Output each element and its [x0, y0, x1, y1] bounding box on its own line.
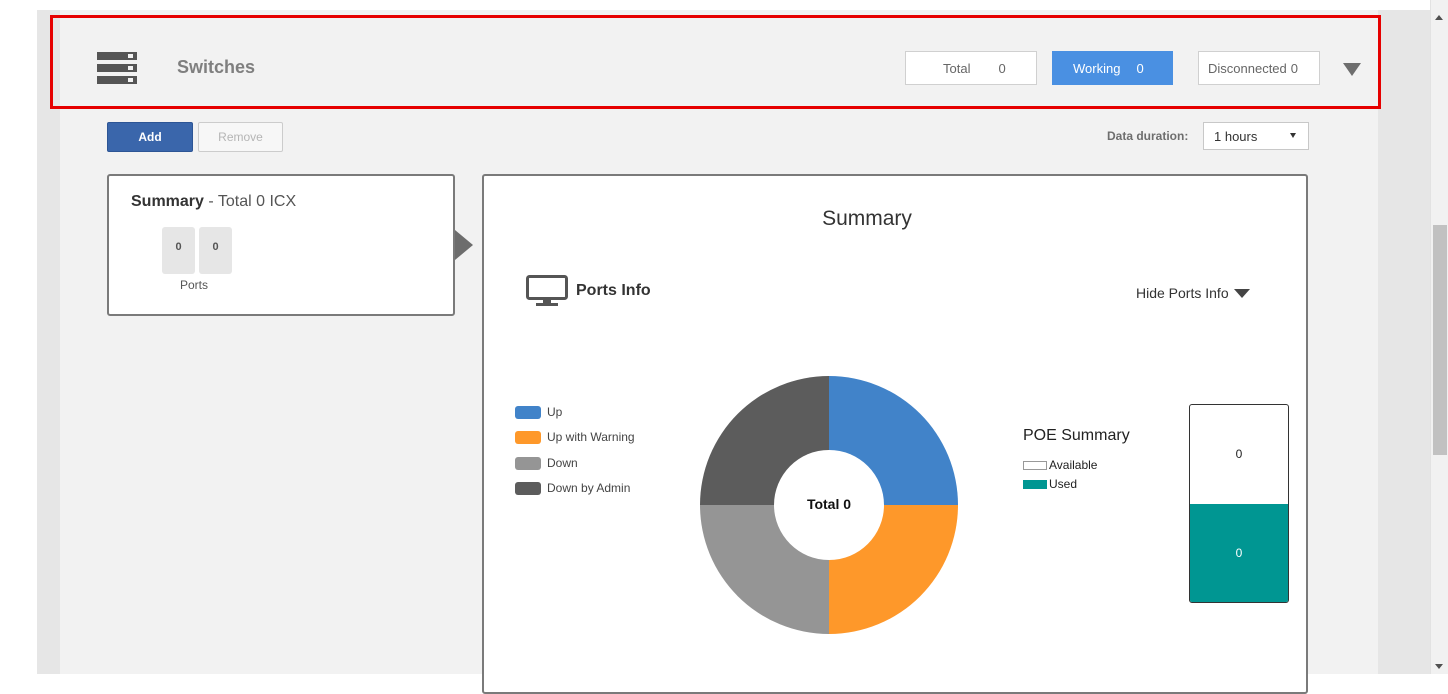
legend-swatch: [515, 405, 541, 419]
poe-used-label: Used: [1049, 477, 1078, 491]
highlight-box: [50, 15, 1381, 109]
legend-item: Down: [515, 456, 578, 470]
summary-card-title-rest: - Total 0 ICX: [203, 193, 297, 210]
port-count-box: 0: [199, 227, 232, 274]
vertical-scrollbar[interactable]: [1430, 0, 1448, 674]
hide-ports-info-toggle[interactable]: Hide Ports Info: [1136, 285, 1250, 301]
ports-label: Ports: [179, 278, 208, 292]
poe-legend-used: Used: [1023, 477, 1077, 491]
legend-swatch: [515, 456, 541, 470]
legend-item: Up with Warning: [515, 430, 635, 444]
data-duration-select[interactable]: 1 hours: [1203, 122, 1309, 150]
scroll-down-arrow-icon[interactable]: [1435, 664, 1443, 669]
scroll-up-arrow-icon[interactable]: [1435, 15, 1443, 20]
legend-label: Down: [547, 456, 578, 470]
legend-item: Down by Admin: [515, 481, 630, 495]
selected-pointer-icon: [455, 230, 473, 260]
summary-card-title-bold: Summary: [131, 193, 204, 210]
remove-button[interactable]: Remove: [198, 122, 283, 152]
poe-available-segment: 0: [1190, 405, 1288, 504]
port-count-box: 0: [162, 227, 195, 274]
legend-item: Up: [515, 405, 562, 419]
poe-used-value: 0: [1235, 545, 1243, 560]
poe-available-value: 0: [1235, 447, 1243, 462]
left-gutter: [0, 10, 37, 674]
poe-bar-chart: 0 0: [1189, 404, 1289, 603]
add-button[interactable]: Add: [107, 122, 193, 152]
legend-swatch: [515, 481, 541, 495]
summary-card-title: Summary - Total 0 ICX: [131, 193, 296, 211]
data-duration-value: 1 hours: [1214, 128, 1258, 144]
panel-title: Summary: [822, 207, 912, 230]
top-strip: [0, 0, 1430, 10]
poe-used-segment: 0: [1190, 503, 1288, 602]
legend-label: Up: [547, 405, 563, 419]
scrollbar-thumb[interactable]: [1433, 225, 1447, 455]
legend-label: Down by Admin: [547, 481, 631, 495]
hide-ports-info-label: Hide Ports Info: [1136, 285, 1229, 301]
ports-info-heading: Ports Info: [576, 282, 651, 299]
legend-label: Up with Warning: [547, 430, 635, 444]
caret-down-icon: [1233, 288, 1250, 298]
poe-summary-title: POE Summary: [1023, 427, 1130, 444]
poe-available-label: Available: [1049, 458, 1098, 472]
monitor-icon: [526, 275, 568, 306]
poe-legend-available: Available: [1023, 458, 1097, 472]
legend-swatch: [515, 430, 541, 444]
data-duration-label: Data duration:: [1107, 129, 1189, 143]
dropdown-arrow-icon: [1290, 133, 1296, 138]
donut-total-label: Total 0: [806, 496, 852, 512]
poe-available-swatch: [1023, 460, 1047, 470]
poe-used-swatch: [1023, 479, 1047, 489]
